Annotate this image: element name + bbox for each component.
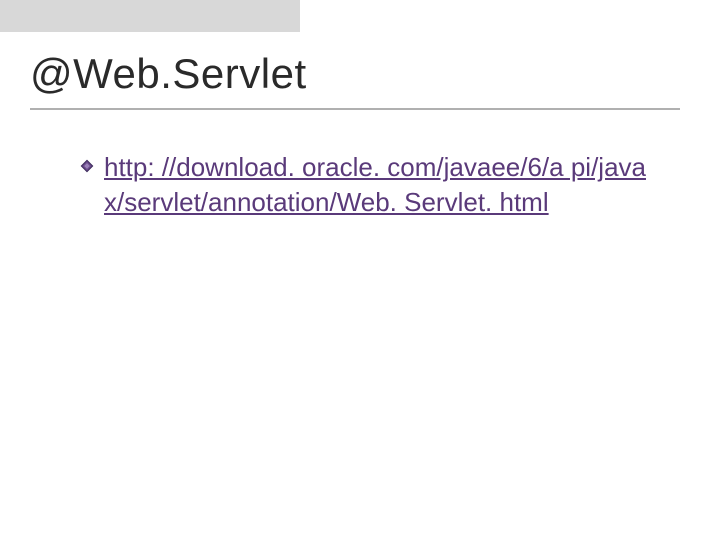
title-underline: [30, 108, 680, 110]
slide: @Web.Servlet http: //download. oracle. c…: [0, 0, 720, 540]
slide-title: @Web.Servlet: [30, 50, 680, 98]
content-area: http: //download. oracle. com/javaee/6/a…: [80, 150, 660, 220]
bullet-item: http: //download. oracle. com/javaee/6/a…: [80, 150, 660, 220]
documentation-link[interactable]: http: //download. oracle. com/javaee/6/a…: [104, 150, 660, 220]
diamond-bullet-icon: [80, 159, 94, 173]
top-strip-decoration: [0, 0, 300, 32]
title-block: @Web.Servlet: [30, 50, 680, 110]
